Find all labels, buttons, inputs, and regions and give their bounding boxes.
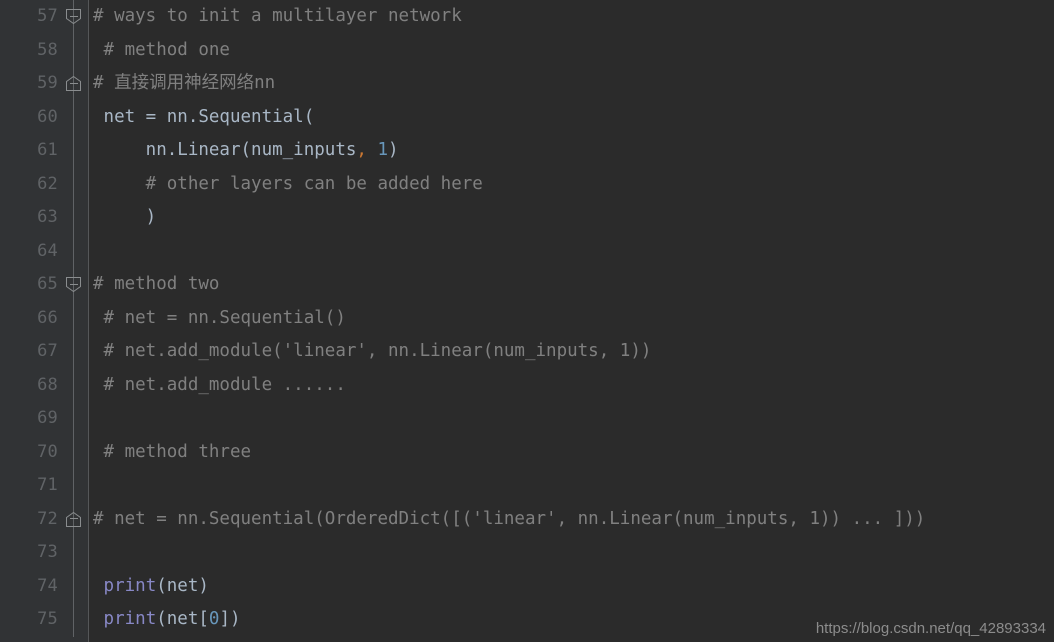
line-number: 58 <box>37 39 58 60</box>
code-token-cmt: # 直接调用神经网络nn <box>93 73 276 93</box>
line-number: 70 <box>37 441 58 462</box>
code-token-code: nn.Linear(num_inputs <box>93 140 357 160</box>
code-token-comma: , <box>356 140 367 160</box>
code-line[interactable]: # 直接调用神经网络nn <box>93 67 275 101</box>
code-token-num: 0 <box>208 609 220 629</box>
line-number: 66 <box>37 307 58 328</box>
code-line[interactable]: ) <box>93 201 157 235</box>
code-line[interactable]: # method three <box>93 436 252 470</box>
code-editor: 57 58 59 60 61 62 63 64 65 66 67 68 69 70 71 72 73 74 75 #… <box>0 0 1054 642</box>
line-number: 64 <box>37 240 58 261</box>
code-line[interactable]: # ways to init a multilayer network <box>93 0 462 34</box>
fold-end-icon[interactable] <box>66 9 81 25</box>
code-token-cmt: # other layers can be added here <box>93 173 483 194</box>
code-token-code <box>93 576 104 596</box>
fold-start-icon[interactable] <box>66 511 81 527</box>
code-line[interactable]: print(net) <box>93 570 209 604</box>
code-content-area[interactable]: # ways to init a multilayer network # me… <box>89 0 1054 642</box>
code-token-cmt: # method one <box>93 39 230 60</box>
code-token-code: ) <box>93 207 157 227</box>
code-line[interactable]: net = nn.Sequential( <box>93 101 315 135</box>
code-line[interactable]: nn.Linear(num_inputs, 1) <box>93 134 399 168</box>
code-token-bfn: print <box>103 609 157 629</box>
editor-gutter[interactable]: 57 58 59 60 61 62 63 64 65 66 67 68 69 70 71 72 73 74 75 <box>0 0 88 642</box>
watermark-url: https://blog.csdn.net/qq_42893334 <box>815 620 1046 637</box>
code-token-code: ) <box>388 140 399 160</box>
code-line[interactable]: # method two <box>93 268 219 302</box>
line-number: 63 <box>37 207 58 227</box>
line-number: 74 <box>37 575 58 596</box>
code-token-cmt: # method three <box>93 441 252 462</box>
code-token-cmt: # net = nn.Sequential(OrderedDict([('lin… <box>93 508 926 529</box>
collapse-minus-icon <box>69 518 78 520</box>
line-number: 62 <box>37 173 58 194</box>
code-token-cmt: # net.add_module ...... <box>93 374 346 395</box>
line-number: 73 <box>37 542 58 562</box>
code-token-cmt: # ways to init a multilayer network <box>93 6 462 26</box>
code-token-num: 1 <box>377 140 389 160</box>
code-token-code <box>93 609 104 629</box>
line-number: 69 <box>37 408 58 428</box>
collapse-minus-icon <box>69 283 78 285</box>
code-token-code: ]) <box>219 609 241 629</box>
code-token-cmt: # method two <box>93 274 220 294</box>
code-token-cmt: # net.add_module('linear', nn.Linear(num… <box>93 341 652 361</box>
code-line[interactable]: # net.add_module ...... <box>93 369 346 403</box>
line-number: 67 <box>37 341 58 361</box>
collapse-minus-icon <box>69 82 78 84</box>
code-line[interactable]: # net = nn.Sequential() <box>93 302 346 336</box>
collapse-minus-icon <box>69 15 78 17</box>
line-number: 60 <box>37 106 58 127</box>
code-token-code: net = nn.Sequential( <box>93 106 315 127</box>
fold-start-icon[interactable] <box>66 76 81 92</box>
line-number: 68 <box>37 374 58 395</box>
code-line[interactable]: print(net[0]) <box>93 603 241 637</box>
code-line[interactable]: # other layers can be added here <box>93 168 483 202</box>
code-token-code <box>367 140 378 160</box>
fold-end-icon[interactable] <box>66 277 81 293</box>
code-line[interactable]: # net = nn.Sequential(OrderedDict([('lin… <box>93 503 925 537</box>
fold-region-ribbon <box>73 0 74 637</box>
line-number: 71 <box>37 475 58 495</box>
line-number: 75 <box>37 609 58 629</box>
line-number: 61 <box>37 140 58 160</box>
code-token-bfn: print <box>103 575 157 596</box>
code-token-code: (net[ <box>156 609 209 629</box>
code-line[interactable]: # method one <box>93 34 230 68</box>
code-token-cmt: # net = nn.Sequential() <box>93 307 346 328</box>
code-line[interactable]: # net.add_module('linear', nn.Linear(num… <box>93 335 652 369</box>
code-token-code: (net) <box>156 575 209 596</box>
